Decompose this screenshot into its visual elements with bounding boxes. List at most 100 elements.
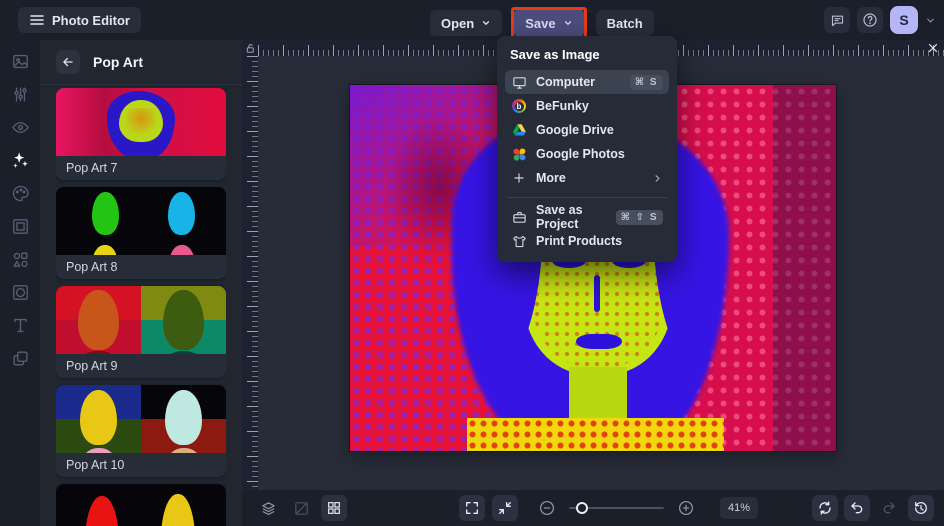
bottom-left-group — [255, 495, 347, 521]
menu-item-label: Print Products — [536, 234, 623, 248]
hamburger-icon — [29, 12, 45, 28]
photo-manager-icon[interactable] — [8, 49, 32, 73]
menu-item-label: Google Drive — [536, 123, 614, 137]
menu-item-computer[interactable]: Computer ⌘ S — [505, 70, 669, 94]
preset-thumbnail — [56, 286, 226, 354]
zoom-slider-knob[interactable] — [576, 502, 588, 514]
reset-button[interactable] — [812, 495, 838, 521]
undo-button[interactable] — [844, 495, 870, 521]
zoom-percentage[interactable]: 41% — [720, 497, 759, 519]
layers-icon — [260, 500, 277, 517]
close-icon — [927, 42, 939, 54]
preset-thumbnail — [56, 484, 226, 526]
fullscreen-button[interactable] — [459, 495, 485, 521]
arrow-left-icon — [61, 55, 75, 69]
topbar: Photo Editor Open Save Batch S — [0, 0, 944, 40]
zoom-controls: 41% — [534, 495, 759, 521]
avatar[interactable]: S — [890, 6, 918, 34]
menu-item-label: Computer — [536, 75, 596, 89]
ruler-lock-button[interactable] — [242, 40, 258, 56]
vertical-ruler[interactable] — [242, 56, 258, 490]
zoom-slider[interactable] — [569, 502, 664, 514]
menu-item-print-products[interactable]: Print Products — [505, 229, 669, 253]
image-properties-button[interactable] — [288, 495, 314, 521]
effects-icon[interactable] — [8, 148, 32, 172]
plus-circle-icon — [677, 499, 695, 517]
text-icon[interactable] — [8, 313, 32, 337]
overlays-icon[interactable] — [8, 280, 32, 304]
chevron-down-icon — [563, 18, 573, 28]
menu-item-label: Save as Project — [536, 203, 583, 231]
preset-thumbnail — [56, 385, 226, 453]
app-menu-button[interactable]: Photo Editor — [18, 7, 141, 33]
art-neck — [568, 366, 627, 426]
chevron-down-icon — [481, 18, 491, 28]
art-shirt — [466, 418, 725, 451]
zoom-out-button[interactable] — [534, 495, 560, 521]
adjust-icon[interactable] — [8, 82, 32, 106]
batch-label: Batch — [606, 15, 643, 31]
popart-panel: Pop Art Pop Art 7 Pop Art 8 Pop Art 9 Po… — [40, 40, 242, 526]
layers-button[interactable] — [255, 495, 281, 521]
open-button[interactable]: Open — [430, 10, 503, 36]
layers-copy-icon[interactable] — [8, 346, 32, 370]
file-actions: Open Save Batch — [430, 7, 654, 39]
grid-view-button[interactable] — [321, 495, 347, 521]
menu-item-google-drive[interactable]: Google Drive — [505, 118, 669, 142]
close-canvas-button[interactable] — [926, 41, 940, 55]
lock-open-icon — [245, 43, 256, 54]
preset-card-popart10[interactable]: Pop Art 10 — [56, 385, 226, 477]
art-mouth — [575, 333, 623, 350]
save-button[interactable]: Save — [514, 10, 584, 36]
feedback-icon — [830, 13, 845, 28]
redo-button[interactable] — [876, 495, 902, 521]
minus-circle-icon — [538, 499, 556, 517]
preset-card-popart9[interactable]: Pop Art 9 — [56, 286, 226, 378]
preset-card-popart8[interactable]: Pop Art 8 — [56, 187, 226, 279]
google-photos-icon — [511, 146, 527, 162]
save-label: Save — [525, 15, 556, 31]
preset-thumbnail — [56, 187, 226, 255]
preset-label: Pop Art 10 — [56, 453, 226, 477]
art-nose — [593, 275, 600, 312]
open-label: Open — [441, 15, 475, 31]
preset-thumbnail — [56, 88, 226, 156]
history-group — [812, 495, 934, 521]
google-drive-icon — [511, 122, 527, 138]
touch-up-icon[interactable] — [8, 115, 32, 139]
history-button[interactable] — [908, 495, 934, 521]
chevron-right-icon — [652, 173, 663, 184]
fit-screen-icon — [497, 500, 513, 516]
menu-item-befunky[interactable]: BeFunky — [505, 94, 669, 118]
frames-icon[interactable] — [8, 214, 32, 238]
menu-item-more[interactable]: More — [505, 166, 669, 190]
plus-icon — [511, 170, 527, 186]
back-button[interactable] — [56, 50, 80, 74]
account-chevron-icon[interactable] — [925, 15, 936, 26]
preset-card-popart7[interactable]: Pop Art 7 — [56, 88, 226, 180]
help-button[interactable] — [857, 7, 883, 33]
view-group — [459, 495, 518, 521]
feedback-button[interactable] — [824, 7, 850, 33]
graphics-icon[interactable] — [8, 247, 32, 271]
menu-divider — [507, 197, 667, 198]
undo-icon — [849, 500, 865, 516]
artsy-icon[interactable] — [8, 181, 32, 205]
preset-label: Pop Art 9 — [56, 354, 226, 378]
zoom-in-button[interactable] — [673, 495, 699, 521]
menu-item-label: BeFunky — [536, 99, 589, 113]
shortcut-badge: ⌘ ⇧ S — [615, 209, 663, 225]
menu-item-label: More — [536, 171, 566, 185]
preset-list: Pop Art 7 Pop Art 8 Pop Art 9 Pop Art 10 — [56, 88, 226, 526]
preset-card-popart11[interactable] — [56, 484, 226, 526]
computer-icon — [511, 74, 527, 90]
menu-item-google-photos[interactable]: Google Photos — [505, 142, 669, 166]
batch-button[interactable]: Batch — [595, 10, 654, 36]
panel-header: Pop Art — [40, 40, 242, 85]
fit-screen-button[interactable] — [492, 495, 518, 521]
menu-item-save-as-project[interactable]: Save as Project ⌘ ⇧ S — [505, 203, 669, 231]
art-right-band — [772, 85, 836, 451]
save-dropdown-menu: Save as Image Computer ⌘ S BeFunky Googl… — [497, 36, 677, 262]
help-icon — [862, 12, 878, 28]
history-icon — [913, 500, 929, 516]
